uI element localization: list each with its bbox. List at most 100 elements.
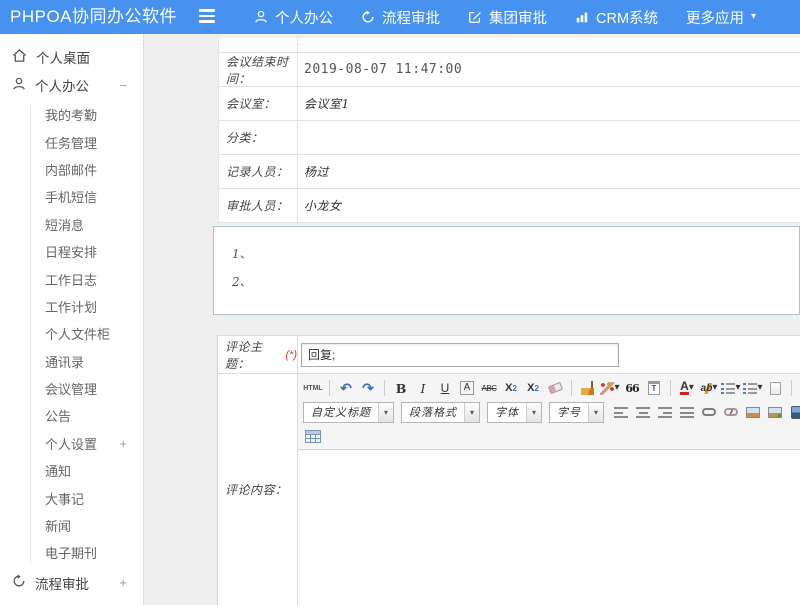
align-center-icon[interactable] xyxy=(633,403,653,422)
sidebar: 个人桌面 个人办公 − 我的考勤 任务管理 内部邮件 手机短信 短消息 日程安排… xyxy=(0,34,144,605)
insert-link-icon[interactable] xyxy=(699,403,719,422)
eraser-icon[interactable] xyxy=(545,379,565,398)
sidebar-item-personal-settings[interactable]: 个人设置 + xyxy=(0,430,143,457)
redo-icon[interactable]: ↷ xyxy=(358,379,378,398)
font-color-icon[interactable]: A▾ xyxy=(677,379,697,398)
cycle-arrow-icon xyxy=(361,10,375,24)
sidebar-item-sms[interactable]: 手机短信 xyxy=(0,183,143,210)
ordered-list-icon[interactable]: ▾ xyxy=(721,379,741,398)
sidebar-item-task-management[interactable]: 任务管理 xyxy=(0,128,143,155)
sidebar-item-meeting-management[interactable]: 会议管理 xyxy=(0,375,143,402)
auto-format-wand-icon[interactable]: ▾ xyxy=(600,379,620,398)
rich-text-editor: HTML ↶ ↷ B I U A ABC X2 X2 ▾ 66 xyxy=(298,374,800,605)
nav-personal-office[interactable]: 个人办公 xyxy=(240,0,347,34)
sidebar-item-short-message[interactable]: 短消息 xyxy=(0,211,143,238)
expand-plus-icon[interactable]: + xyxy=(119,436,127,451)
table-row-recorder: 记录人员： 杨过 xyxy=(219,155,800,189)
nav-crm-system[interactable]: CRM系统 xyxy=(561,0,672,34)
select-label: 自定义标题 xyxy=(304,404,378,420)
table-row-meeting-end-time: 会议结束时间： 2019-08-07 11:47:00 xyxy=(219,53,800,87)
bold-icon[interactable]: B xyxy=(391,379,411,398)
italic-icon[interactable]: I xyxy=(413,379,433,398)
editor-content-area[interactable] xyxy=(298,450,800,605)
custom-heading-select[interactable]: 自定义标题▾ xyxy=(303,402,394,423)
insert-table-icon[interactable] xyxy=(303,427,323,446)
sidebar-item-e-journal[interactable]: 电子期刊 xyxy=(0,539,143,566)
toolbar-separator xyxy=(670,380,671,396)
sidebar-item-major-events[interactable]: 大事记 xyxy=(0,484,143,511)
person-icon xyxy=(254,10,268,24)
sub-mark: 2 xyxy=(534,384,538,393)
subscript-icon[interactable]: X2 xyxy=(523,379,543,398)
field-value: 小龙女 xyxy=(304,197,342,214)
blockquote-icon[interactable]: 66 xyxy=(622,379,642,398)
toolbar-separator xyxy=(571,380,572,396)
sidebar-item-workflow-approval[interactable]: 流程审批 + xyxy=(0,569,143,597)
character-border-icon[interactable]: A xyxy=(457,379,477,398)
sidebar-item-schedule[interactable]: 日程安排 xyxy=(0,238,143,265)
superscript-icon[interactable]: X2 xyxy=(501,379,521,398)
sidebar-item-label: 手机短信 xyxy=(45,187,97,206)
nav-label: 流程审批 xyxy=(382,7,440,28)
sidebar-item-label: 电子期刊 xyxy=(45,543,97,562)
sidebar-item-notice[interactable]: 通知 xyxy=(0,457,143,484)
comment-subject-input[interactable] xyxy=(301,343,619,367)
sidebar-item-personal-office[interactable]: 个人办公 − xyxy=(0,71,143,99)
nav-label: 个人办公 xyxy=(275,7,333,28)
undo-icon[interactable]: ↶ xyxy=(336,379,356,398)
sidebar-item-label: 新闻 xyxy=(45,516,71,535)
paragraph-format-select[interactable]: 段落格式▾ xyxy=(401,402,480,423)
home-icon xyxy=(12,48,27,66)
sidebar-item-label: 内部邮件 xyxy=(45,160,97,179)
sidebar-item-label: 个人办公 xyxy=(35,75,89,95)
nav-workflow-approval[interactable]: 流程审批 xyxy=(347,0,454,34)
sidebar-item-personal-desktop[interactable]: 个人桌面 xyxy=(0,43,143,71)
sidebar-item-my-attendance[interactable]: 我的考勤 xyxy=(0,101,143,128)
unordered-list-icon[interactable]: ▾ xyxy=(743,379,763,398)
insert-media-icon[interactable] xyxy=(787,403,800,422)
meeting-content-box: 1、 2、 xyxy=(213,226,800,315)
font-family-select[interactable]: 字体▾ xyxy=(487,402,542,423)
toolbar-row-2: 自定义标题▾ 段落格式▾ 字体▾ 字号▾ xyxy=(302,400,796,424)
field-label: 评论主题： xyxy=(225,338,281,372)
person-icon xyxy=(12,77,26,94)
paste-icon[interactable]: T xyxy=(644,379,664,398)
sidebar-item-label: 个人桌面 xyxy=(36,47,90,67)
format-brush-icon[interactable] xyxy=(578,379,598,398)
toolbar-separator xyxy=(384,380,385,396)
field-value: 会议室1 xyxy=(304,95,350,112)
sidebar-item-label: 个人设置 xyxy=(45,434,97,453)
hamburger-menu-icon[interactable] xyxy=(199,9,216,25)
justify-icon[interactable] xyxy=(677,403,697,422)
insert-image-icon[interactable] xyxy=(743,403,763,422)
table-row-approver: 审批人员： 小龙女 xyxy=(219,189,800,223)
app-title: PHPOA协同办公软件 xyxy=(10,0,177,34)
sidebar-item-contacts[interactable]: 通讯录 xyxy=(0,348,143,375)
remove-link-icon[interactable] xyxy=(721,403,741,422)
sidebar-item-label: 日程安排 xyxy=(45,242,97,261)
nav-group-approval[interactable]: 集团审批 xyxy=(454,0,561,34)
paste-t-glyph: T xyxy=(648,381,660,395)
sidebar-item-label: 公告 xyxy=(45,406,71,425)
sidebar-item-announcement[interactable]: 公告 xyxy=(0,402,143,429)
align-left-icon[interactable] xyxy=(611,403,631,422)
sidebar-item-work-log[interactable]: 工作日志 xyxy=(0,265,143,292)
sub-base: X xyxy=(527,382,534,394)
underline-icon[interactable]: U xyxy=(435,379,455,398)
sidebar-item-internal-mail[interactable]: 内部邮件 xyxy=(0,156,143,183)
align-right-icon[interactable] xyxy=(655,403,675,422)
upload-image-icon[interactable] xyxy=(765,403,785,422)
html-source-button[interactable]: HTML xyxy=(303,379,323,398)
sidebar-item-work-plan[interactable]: 工作计划 xyxy=(0,293,143,320)
select-label: 段落格式 xyxy=(402,404,464,420)
strikethrough-icon[interactable]: ABC xyxy=(479,379,499,398)
new-page-icon[interactable] xyxy=(765,379,785,398)
highlight-color-icon[interactable]: ab▾ xyxy=(699,379,719,398)
nav-more-apps[interactable]: 更多应用 ▾ xyxy=(672,0,770,34)
font-size-select[interactable]: 字号▾ xyxy=(549,402,604,423)
sidebar-item-personal-file-cabinet[interactable]: 个人文件柜 xyxy=(0,320,143,347)
collapse-minus-icon[interactable]: − xyxy=(119,78,127,93)
sidebar-item-news[interactable]: 新闻 xyxy=(0,512,143,539)
expand-plus-icon[interactable]: + xyxy=(119,575,127,590)
field-label: 记录人员： xyxy=(226,163,289,180)
